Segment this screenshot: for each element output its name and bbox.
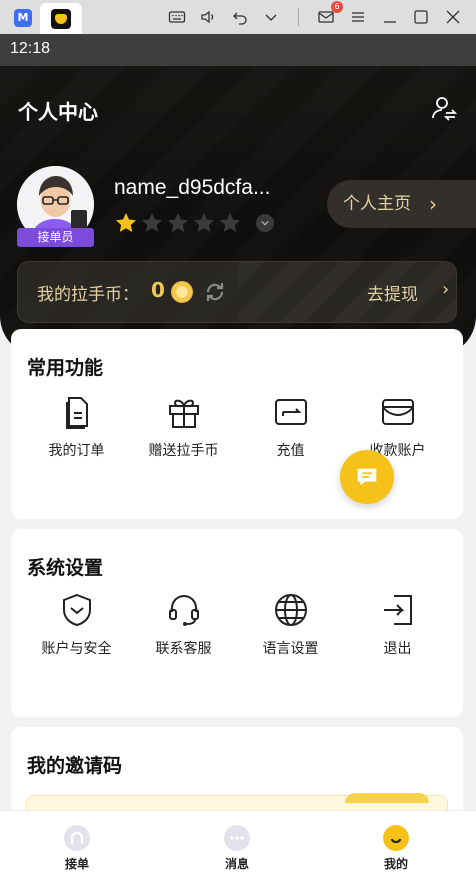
volume-icon[interactable] [199, 8, 217, 26]
wallet-icon [274, 399, 307, 425]
account-security-label: 账户与安全 [41, 641, 112, 657]
logout-button[interactable]: 退出 [341, 592, 454, 658]
chevron-right-icon: › [429, 192, 437, 216]
status-time: 12:18 [10, 40, 51, 57]
switch-account-icon[interactable] [430, 94, 458, 122]
recharge-button[interactable]: 充值 [234, 394, 347, 460]
gift-icon [168, 399, 199, 428]
refresh-icon[interactable] [202, 279, 228, 305]
close-icon[interactable] [444, 8, 462, 26]
floating-chat-button[interactable] [340, 450, 394, 504]
coin-label: 我的拉手币： [37, 285, 139, 305]
coin-value: 0 [151, 278, 165, 302]
section-title: 我的邀请码 [27, 755, 123, 777]
headset-icon [168, 595, 199, 626]
nav-label: 消息 [224, 857, 249, 871]
shield-icon [62, 593, 91, 627]
menu-icon[interactable] [349, 8, 367, 26]
star-empty-icon [220, 213, 240, 232]
logout-icon [383, 595, 412, 625]
toolbar-divider [298, 8, 299, 26]
star-empty-icon [142, 213, 162, 232]
section-title: 系统设置 [27, 557, 104, 579]
undo-icon[interactable] [231, 8, 249, 26]
gift-coins-label: 赠送拉手币 [148, 443, 219, 459]
contact-support-button[interactable]: 联系客服 [127, 592, 240, 658]
coin-icon [171, 281, 193, 303]
language-settings-button[interactable]: 语言设置 [234, 592, 347, 658]
chevron-right-icon: › [442, 279, 450, 300]
maximize-icon[interactable] [412, 8, 430, 26]
page-title: 个人中心 [18, 100, 98, 124]
keyboard-icon[interactable] [168, 8, 186, 26]
status-bar: 12:18 [0, 34, 476, 66]
nav-item-orders[interactable]: 接单 [37, 825, 117, 872]
recharge-label: 充值 [276, 443, 305, 459]
star-empty-icon [168, 213, 188, 232]
bottom-navigation: 接单 消息 我的 [0, 810, 476, 883]
level-dropdown-icon[interactable] [256, 214, 274, 232]
gift-coins-button[interactable]: 赠送拉手币 [127, 394, 240, 460]
document-icon [65, 397, 88, 429]
chat-bubble-icon [357, 468, 377, 486]
contact-support-label: 联系客服 [155, 641, 212, 657]
smile-icon [383, 825, 409, 851]
star-empty-icon [194, 213, 214, 232]
invite-copy-button[interactable] [345, 793, 429, 803]
homepage-button[interactable]: 个人主页 › [327, 180, 476, 228]
system-settings-card: 系统设置 账户与安全 联系客服 语言设置 退出 [11, 529, 463, 717]
logout-label: 退出 [383, 641, 412, 657]
profile-header: 个人中心 接单员 name_d95dcfa... 个人主页 › 我的拉手币： 0… [0, 66, 476, 356]
nav-label: 我的 [383, 857, 408, 871]
language-settings-label: 语言设置 [262, 641, 319, 657]
app-tab[interactable] [40, 3, 82, 34]
nav-item-mine[interactable]: 我的 [356, 825, 436, 872]
account-security-button[interactable]: 账户与安全 [20, 592, 133, 658]
payment-account-button[interactable]: 收款账户 [341, 394, 454, 460]
emulator-title-bar: M 6 [0, 0, 476, 34]
homepage-button-label: 个人主页 [343, 194, 411, 214]
chevron-down-icon[interactable] [262, 8, 280, 26]
role-badge: 接单员 [17, 228, 94, 247]
card-wallet-icon [381, 399, 414, 425]
withdraw-link[interactable]: 去提现 [367, 280, 418, 305]
my-orders-label: 我的订单 [48, 443, 105, 459]
star-rating [114, 211, 274, 235]
chat-icon [224, 825, 250, 851]
app-tab-icon [51, 9, 71, 29]
globe-icon [274, 594, 307, 626]
section-title: 常用功能 [27, 357, 104, 379]
emulator-app-icon[interactable]: M [14, 9, 32, 27]
coin-balance-card: 我的拉手币： 0 去提现 › [17, 261, 457, 323]
nav-item-messages[interactable]: 消息 [197, 825, 277, 872]
home-icon [64, 825, 90, 851]
star-filled-icon [116, 213, 136, 232]
notification-badge: 6 [331, 1, 343, 13]
common-functions-card: 常用功能 我的订单 赠送拉手币 充值 收款账户 [11, 329, 463, 519]
nav-label: 接单 [64, 857, 89, 871]
minimize-icon[interactable] [381, 8, 399, 26]
my-orders-button[interactable]: 我的订单 [20, 394, 133, 460]
username: name_d95dcfa... [114, 176, 271, 199]
